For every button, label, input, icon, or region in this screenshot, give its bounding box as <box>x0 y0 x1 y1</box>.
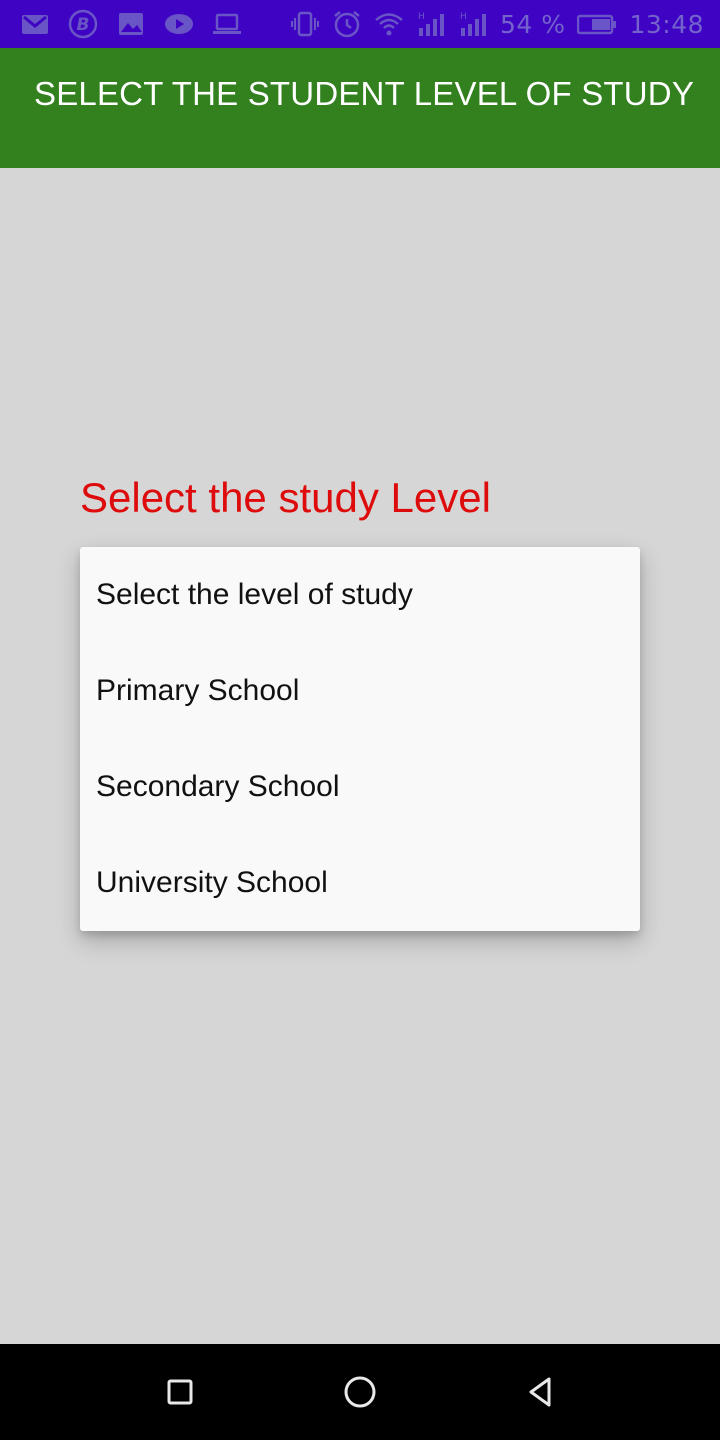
dropdown-option-placeholder[interactable]: Select the level of study <box>80 547 640 643</box>
dropdown-option-secondary-school[interactable]: Secondary School <box>80 739 640 835</box>
home-icon[interactable] <box>336 1368 384 1416</box>
battery-percent: 54 % <box>499 9 566 39</box>
battery-icon <box>577 9 617 39</box>
wifi-icon <box>374 9 404 39</box>
app-bar: SELECT THE STUDENT LEVEL OF STUDY <box>0 48 720 168</box>
notification-icons: B <box>20 9 242 39</box>
vibrate-icon <box>290 9 320 39</box>
clock: 13:48 <box>629 9 704 39</box>
youtube-icon <box>164 9 194 39</box>
study-level-label: Select the study Level <box>80 474 491 521</box>
bitcoin-icon: B <box>68 9 98 39</box>
navigation-bar <box>0 1344 720 1440</box>
laptop-icon <box>212 9 242 39</box>
recents-icon[interactable] <box>156 1368 204 1416</box>
svg-text:H: H <box>460 12 467 22</box>
gmail-icon <box>20 9 50 39</box>
system-icons: H H 54 % 13:48 <box>290 9 704 39</box>
status-bar: B H H 54 % 13:48 <box>0 0 720 48</box>
signal-icon: H <box>458 9 488 39</box>
dropdown-option-university-school[interactable]: University School <box>80 835 640 931</box>
back-icon[interactable] <box>516 1368 564 1416</box>
image-icon <box>116 9 146 39</box>
dropdown-option-primary-school[interactable]: Primary School <box>80 643 640 739</box>
alarm-icon <box>332 9 362 39</box>
svg-text:B: B <box>77 15 90 35</box>
signal-icon: H <box>416 9 446 39</box>
page-title: SELECT THE STUDENT LEVEL OF STUDY <box>34 75 695 112</box>
study-level-dropdown: Select the level of study Primary School… <box>80 547 640 931</box>
svg-text:H: H <box>418 12 425 22</box>
